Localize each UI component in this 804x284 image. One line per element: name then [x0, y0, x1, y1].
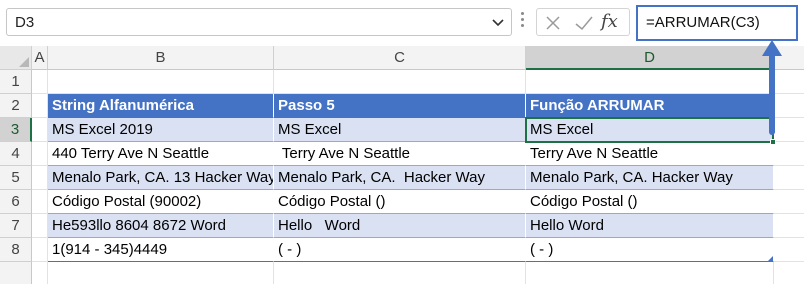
table-cell[interactable]: Código Postal (90002) — [48, 190, 274, 214]
formula-value: =ARRUMAR(C3) — [646, 14, 760, 31]
table-cell[interactable]: ( - ) — [274, 238, 526, 262]
fill-handle[interactable] — [770, 139, 776, 145]
table-cell[interactable]: Terry Ave N Seattle — [526, 142, 774, 166]
table-cell[interactable]: ( - ) — [526, 238, 774, 262]
table-cell[interactable]: 1(914 - 345)4449 — [48, 238, 274, 262]
row-header-8[interactable]: 8 — [0, 238, 32, 262]
row-header-4[interactable]: 4 — [0, 142, 32, 166]
table-cell[interactable]: Hello Word — [274, 214, 526, 238]
column-header-c[interactable]: C — [274, 46, 526, 70]
row-header-1[interactable]: 1 — [0, 70, 32, 94]
more-options-icon[interactable] — [520, 12, 526, 32]
table-cell[interactable]: Menalo Park, CA. 13 Hacker Way — [48, 166, 274, 190]
row-header-5[interactable]: 5 — [0, 166, 32, 190]
chevron-down-icon[interactable] — [491, 15, 505, 29]
insert-function-icon[interactable]: fx — [601, 11, 618, 32]
table-cell[interactable]: Hello Word — [526, 214, 774, 238]
formula-input[interactable]: =ARRUMAR(C3) — [636, 5, 798, 41]
table-header-string[interactable]: String Alfanumérica — [48, 94, 274, 118]
column-header-b[interactable]: B — [48, 46, 274, 70]
row-header-9[interactable] — [0, 262, 32, 284]
table-cell[interactable]: MS Excel 2019 — [48, 118, 274, 142]
enter-check-icon[interactable] — [573, 13, 595, 33]
spreadsheet-grid: A B C D 1 2 3 4 5 6 7 8 String Alfanumér… — [0, 46, 804, 284]
table-header-arrumar[interactable]: Função ARRUMAR — [526, 94, 774, 118]
table-cell[interactable]: Menalo Park, CA. Hacker Way — [526, 166, 774, 190]
cancel-icon[interactable] — [543, 13, 563, 33]
column-header-d[interactable]: D — [526, 46, 774, 70]
select-all-button[interactable] — [0, 46, 32, 70]
name-box[interactable]: D3 — [6, 8, 512, 36]
formula-buttons: fx — [536, 8, 630, 36]
arrow-up-icon — [762, 40, 782, 135]
active-cell-selection — [525, 117, 774, 143]
table-cell[interactable]: Terry Ave N Seattle — [274, 142, 526, 166]
table-cell[interactable]: Código Postal () — [526, 190, 774, 214]
name-box-value: D3 — [15, 14, 35, 31]
table-header-passo5[interactable]: Passo 5 — [274, 94, 526, 118]
table-cell[interactable]: He593llo 8604 8672 Word — [48, 214, 274, 238]
table-cell[interactable]: Código Postal () — [274, 190, 526, 214]
table-cell[interactable]: MS Excel — [274, 118, 526, 142]
column-header-a[interactable]: A — [32, 46, 48, 70]
formula-bar-area: D3 fx =ARRUMAR(C3) — [0, 0, 804, 46]
row-header-6[interactable]: 6 — [0, 190, 32, 214]
row-header-3[interactable]: 3 — [0, 118, 32, 142]
table-cell[interactable]: 440 Terry Ave N Seattle — [48, 142, 274, 166]
table-cell[interactable]: Menalo Park, CA. Hacker Way — [274, 166, 526, 190]
row-header-7[interactable]: 7 — [0, 214, 32, 238]
row-header-2[interactable]: 2 — [0, 94, 32, 118]
table-resize-handle[interactable] — [768, 256, 773, 261]
